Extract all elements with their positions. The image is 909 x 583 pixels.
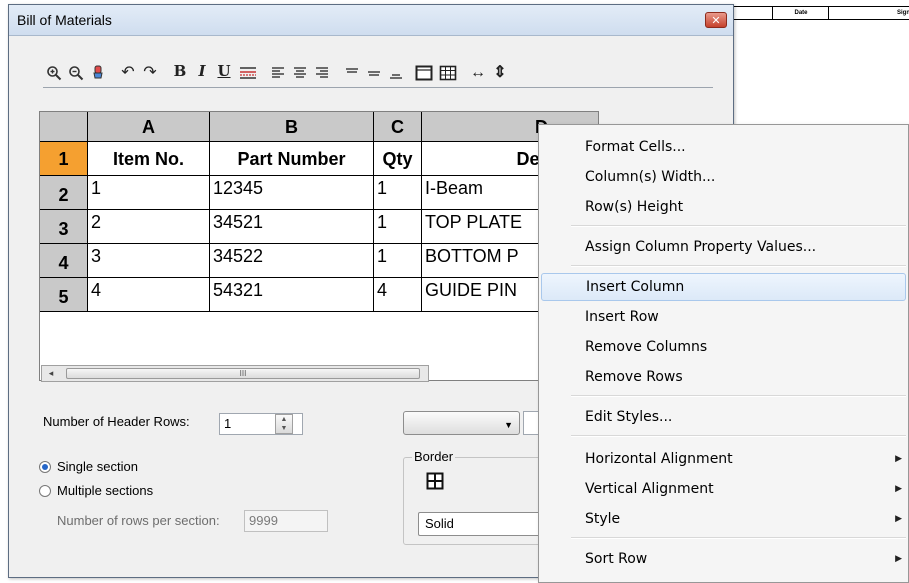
spin-down-icon[interactable]: ▼ <box>276 424 292 433</box>
row-header-5[interactable]: 5 <box>40 278 88 312</box>
sign-column-label: Sign <box>828 7 909 19</box>
align-top-icon[interactable] <box>341 62 363 84</box>
fit-width-icon[interactable]: ↔ <box>467 62 489 84</box>
strikethrough-icon[interactable] <box>237 62 259 84</box>
column-header-c[interactable]: C <box>374 112 422 142</box>
column-header-a[interactable]: A <box>88 112 210 142</box>
menu-separator <box>571 395 906 397</box>
rows-per-section-input[interactable]: 9999 <box>244 510 328 532</box>
submenu-arrow-icon: ▶ <box>895 454 902 464</box>
italic-icon[interactable]: I <box>191 62 213 84</box>
chevron-down-icon: ▼ <box>504 420 513 430</box>
close-button[interactable]: ✕ <box>705 12 727 28</box>
grid-cell-c1[interactable]: Qty <box>374 142 422 176</box>
menu-item-label: Sort Row <box>585 551 648 567</box>
menu-item-format-cells[interactable]: Format Cells... <box>541 133 906 161</box>
menu-item-insert-row[interactable]: Insert Row <box>541 303 906 331</box>
grid-corner[interactable] <box>40 112 88 142</box>
spin-up-icon[interactable]: ▲ <box>276 415 292 424</box>
grid-cell-a1[interactable]: Item No. <box>88 142 210 176</box>
single-section-label[interactable]: Single section <box>57 459 138 474</box>
underline-icon[interactable]: U <box>213 62 235 84</box>
align-middle-icon[interactable] <box>363 62 385 84</box>
zoom-out-icon[interactable] <box>65 62 87 84</box>
date-column-label: Date <box>772 7 829 19</box>
submenu-arrow-icon: ▶ <box>895 484 902 494</box>
menu-item-label: Style <box>585 511 621 527</box>
border-grid-icon[interactable] <box>426 472 444 495</box>
align-left-icon[interactable] <box>267 62 289 84</box>
header-rows-spinner[interactable]: ▲ ▼ <box>275 414 293 434</box>
multiple-sections-label[interactable]: Multiple sections <box>57 483 153 498</box>
grid-icon[interactable] <box>437 62 459 84</box>
font-style-combo[interactable]: ▼ <box>403 411 520 435</box>
submenu-arrow-icon: ▶ <box>895 554 902 564</box>
grid-cell-a4[interactable]: 3 <box>88 244 210 278</box>
align-right-icon[interactable] <box>311 62 333 84</box>
menu-item-insert-column[interactable]: Insert Column <box>541 273 906 301</box>
menu-item-remove-rows[interactable]: Remove Rows <box>541 363 906 391</box>
header-rows-label: Number of Header Rows: <box>43 414 190 429</box>
scrollbar-thumb[interactable]: III <box>66 368 420 379</box>
grid-cell-b5[interactable]: 54321 <box>210 278 374 312</box>
multiple-sections-radio[interactable] <box>39 485 51 497</box>
grid-cell-b4[interactable]: 34522 <box>210 244 374 278</box>
menu-item-remove-columns[interactable]: Remove Columns <box>541 333 906 361</box>
scroll-left-icon[interactable]: ◂ <box>44 367 58 380</box>
context-menu: Format Cells... Column(s) Width... Row(s… <box>538 124 909 583</box>
grid-cell-c4[interactable]: 1 <box>374 244 422 278</box>
menu-item-vertical-alignment[interactable]: Vertical Alignment ▶ <box>541 475 906 503</box>
menu-item-sort-row[interactable]: Sort Row ▶ <box>541 545 906 573</box>
bom-grid[interactable]: A B C D 1 Item No. Part Number Qty Descr… <box>39 111 599 381</box>
pan-icon[interactable] <box>87 62 109 84</box>
column-header-b[interactable]: B <box>210 112 374 142</box>
rows-per-section-label: Number of rows per section: <box>57 513 220 528</box>
grid-cell-b3[interactable]: 34521 <box>210 210 374 244</box>
border-group-label: Border <box>412 449 456 464</box>
menu-item-edit-styles[interactable]: Edit Styles... <box>541 403 906 431</box>
title-bar[interactable]: Bill of Materials ✕ <box>9 5 733 36</box>
menu-item-horizontal-alignment[interactable]: Horizontal Alignment ▶ <box>541 445 906 473</box>
fit-height-icon[interactable]: ⇕ <box>489 62 511 84</box>
horizontal-scrollbar[interactable]: ◂ III <box>41 365 429 382</box>
grid-cell-b1[interactable]: Part Number <box>210 142 374 176</box>
align-center-icon[interactable] <box>289 62 311 84</box>
border-style-select[interactable]: Solid <box>418 512 558 536</box>
menu-separator <box>571 265 906 267</box>
title-block-header: Date Sign <box>728 6 909 20</box>
align-bottom-icon[interactable] <box>385 62 407 84</box>
undo-icon[interactable]: ↶ <box>117 62 139 84</box>
redo-icon[interactable]: ↷ <box>139 62 161 84</box>
grid-cell-a5[interactable]: 4 <box>88 278 210 312</box>
row-header-2[interactable]: 2 <box>40 176 88 210</box>
submenu-arrow-icon: ▶ <box>895 514 902 524</box>
menu-separator <box>571 435 906 437</box>
menu-separator <box>571 537 906 539</box>
grid-cell-a3[interactable]: 2 <box>88 210 210 244</box>
menu-separator <box>571 225 906 227</box>
grid-cell-b2[interactable]: 12345 <box>210 176 374 210</box>
grid-cell-c3[interactable]: 1 <box>374 210 422 244</box>
dialog-title: Bill of Materials <box>17 12 112 28</box>
menu-item-label: Vertical Alignment <box>585 481 714 497</box>
zoom-in-icon[interactable] <box>43 62 65 84</box>
row-header-4[interactable]: 4 <box>40 244 88 278</box>
single-section-radio[interactable] <box>39 461 51 473</box>
grid-cell-a2[interactable]: 1 <box>88 176 210 210</box>
row-header-3[interactable]: 3 <box>40 210 88 244</box>
toolbar: ↶ ↷ B I U ↔ ⇕ <box>43 59 713 88</box>
menu-item-label: Horizontal Alignment <box>585 451 733 467</box>
grid-cell-c5[interactable]: 4 <box>374 278 422 312</box>
row-header-1[interactable]: 1 <box>40 142 88 176</box>
menu-item-style[interactable]: Style ▶ <box>541 505 906 533</box>
bold-icon[interactable]: B <box>169 62 191 84</box>
menu-item-row-height[interactable]: Row(s) Height <box>541 193 906 221</box>
menu-item-column-width[interactable]: Column(s) Width... <box>541 163 906 191</box>
grid-cell-c2[interactable]: 1 <box>374 176 422 210</box>
cell-border-icon[interactable] <box>413 62 435 84</box>
menu-item-assign-column-property-values[interactable]: Assign Column Property Values... <box>541 233 906 261</box>
